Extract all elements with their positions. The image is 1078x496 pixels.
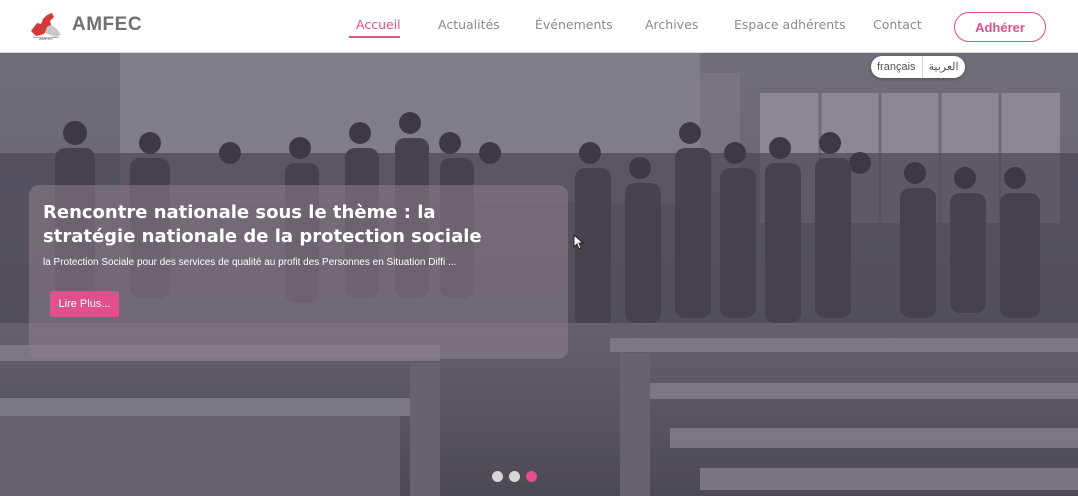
slider-dot-2[interactable]	[509, 471, 520, 482]
language-option-french[interactable]: français	[871, 56, 922, 78]
mouse-cursor-icon	[573, 234, 585, 250]
hero-caption-card: Rencontre nationale sous le thème : la s…	[29, 185, 568, 359]
adherer-button[interactable]: Adhérer	[954, 12, 1046, 42]
slider-dots	[492, 471, 537, 482]
nav-item-evenements[interactable]: Événements	[535, 17, 613, 32]
hero-title[interactable]: Rencontre nationale sous le thème : la s…	[43, 201, 523, 249]
language-option-arabic[interactable]: العربية	[923, 56, 965, 78]
read-more-button[interactable]: Lire Plus...	[50, 291, 119, 317]
hero-slider: Rencontre nationale sous le thème : la s…	[0, 53, 1078, 496]
main-nav: Accueil Actualités Événements Archives E…	[0, 0, 1078, 53]
site-header: AMFEC AMFEC Accueil Actualités Événement…	[0, 0, 1078, 53]
slider-dot-3[interactable]	[526, 471, 537, 482]
slider-dot-1[interactable]	[492, 471, 503, 482]
nav-item-espace-adherents[interactable]: Espace adhérents	[734, 17, 846, 32]
active-nav-underline	[349, 36, 400, 38]
nav-item-archives[interactable]: Archives	[645, 17, 698, 32]
hero-subtitle: la Protection Sociale pour des services …	[43, 257, 457, 268]
nav-item-actualites[interactable]: Actualités	[438, 17, 500, 32]
nav-item-contact[interactable]: Contact	[873, 17, 922, 32]
language-switcher: français العربية	[871, 56, 965, 78]
nav-item-accueil[interactable]: Accueil	[356, 17, 401, 32]
